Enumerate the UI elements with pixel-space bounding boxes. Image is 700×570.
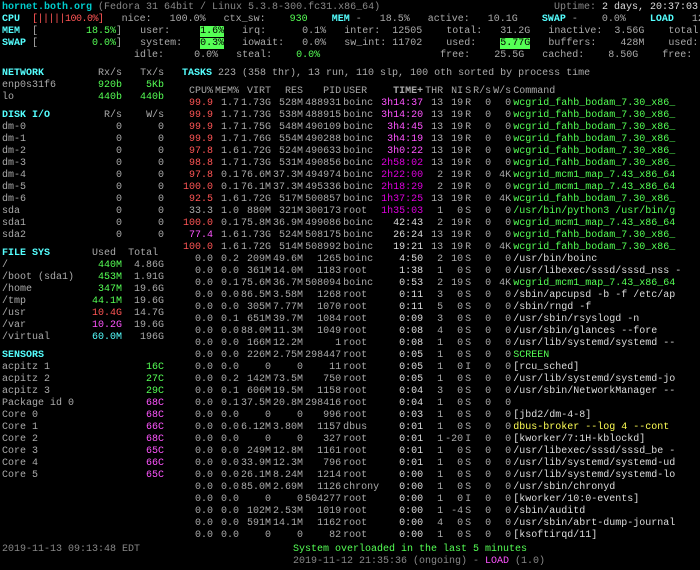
process-row: 0.00.06.12M3.80M1157dbus 0:0110S00dbus-b… [182,422,682,434]
process-row: 0.00.1651M39.7M1084root 0:0930S00/usr/sb… [182,314,682,326]
filesys-label: FILE SYS [2,248,50,259]
process-row: 0.00.2142M73.5M750root 0:0510S00/usr/lib… [182,374,682,386]
sensor-row: Core 0 68C [2,410,174,422]
process-row: 99.91.71.76G554M490288boinc 3h4:191319R0… [182,134,682,146]
swap-label: SWAP [542,14,566,25]
process-header: CPU% MEM% VIRT RES PID USER TIME+ THR NI… [182,86,682,98]
network-row: lo 440b 440b [2,92,174,104]
process-row: 0.00.033.9M12.3M796root 0:0110S00/usr/li… [182,458,682,470]
stats-row-2: MEM [ 18.5%] user: 1.6% irq: 0.1% inter:… [2,26,698,38]
process-row: 0.00.0249M12.8M1161root 0:0110S00/usr/li… [182,446,682,458]
diskio-row: dm-3 0 0 [2,158,174,170]
process-row: 0.00.086.5M3.58M1268root 0:1130S00/sbin/… [182,290,682,302]
process-row: 0.00.175.6M36.7M508094boinc 0:53219S04Kw… [182,278,682,290]
process-row: 0.00.0361M14.0M1183root 1:3810S00/usr/li… [182,266,682,278]
diskio-label: DISK I/O [2,110,50,121]
process-row: 0.00.2209M49.6M1265boinc 4:50210S00/usr/… [182,254,682,266]
process-row: 99.91.71.73G538M488915boinc 3h14:201319R… [182,110,682,122]
diskio-row: dm-5 0 0 [2,182,174,194]
footer: 2019-11-13 09:13:48 EDT System overloade… [2,544,698,568]
process-row: 0.00.085.0M2.69M1126chrony 0:0010S00/usr… [182,482,682,494]
diskio-row: dm-2 0 0 [2,146,174,158]
process-row: 99.91.71.75G548M490109boinc 3h4:451319R0… [182,122,682,134]
process-row: 0.00.0305M7.77M1070root 0:1150S00/sbin/r… [182,302,682,314]
cpu-bar: [|||||100.0%] [32,14,104,25]
load-label: LOAD [650,14,674,25]
process-row: 77.41.61.73G524M508175boinc 26:241319R00… [182,230,682,242]
process-row: 97.80.176.6M37.3M494974boinc 2h22:00219R… [182,170,682,182]
process-row: 0.00.0591M14.1M1162root 0:0040S00/usr/sb… [182,518,682,530]
process-row: 100.01.61.72G514M508992boinc 19:211319R0… [182,242,682,254]
network-row: enp0s31f6 920b 5Kb [2,80,174,92]
process-row: 0.00.000327root 0:011-20I00[kworker/7:1H… [182,434,682,446]
diskio-row: dm-1 0 0 [2,134,174,146]
filesys-row: / 440M 4.86G [2,260,174,272]
sensor-row: Core 1 66C [2,422,174,434]
network-label: NETWORK [2,68,44,79]
process-row: 0.00.088.0M11.3M1049root 0:0840S00/usr/s… [182,326,682,338]
process-row: 0.00.00011root 0:0510I00[rcu_sched] [182,362,682,374]
tasks-summary: TASKS 223 (358 thr), 13 run, 110 slp, 10… [182,68,698,80]
diskio-row: sda2 0 0 [2,230,174,242]
sensor-row: Core 2 68C [2,434,174,446]
diskio-row: sda1 0 0 [2,218,174,230]
diskio-row: dm-4 0 0 [2,170,174,182]
diskio-row: dm-0 0 0 [2,122,174,134]
diskio-row: sda 0 0 [2,206,174,218]
os-version: (Fedora 31 64bit / Linux 5.3.8-300.fc31.… [98,2,380,13]
diskio-row: dm-6 0 0 [2,194,174,206]
process-row: 0.00.1606M19.5M1158root 0:0430S00/usr/sb… [182,386,682,398]
stats-row-3: SWAP [ 0.0%] system: 0.3% iowait: 0.0% s… [2,38,698,50]
footer-msg: System overloaded in the last 5 minutes [293,544,527,555]
process-table: CPU% MEM% VIRT RES PID USER TIME+ THR NI… [182,86,682,542]
process-row: 98.81.71.73G531M490856boinc 2h58:021319R… [182,158,682,170]
process-row: 0.00.00082root 0:0010S00[ksoftirqd/11] [182,530,682,542]
sensor-row: Core 3 65C [2,446,174,458]
process-row: 0.00.000504277root 0:0010I00[kworker/10:… [182,494,682,506]
process-row: 97.81.61.72G524M490633boinc 3h0:221319R0… [182,146,682,158]
process-row: 100.00.175.8M36.9M499086boinc 42:43219R0… [182,218,682,230]
process-row: 0.00.0102M2.53M1019root 0:001-4S00/sbin/… [182,506,682,518]
uptime-label: Uptime: [554,2,596,13]
sensor-row: acpitz 1 16C [2,362,174,374]
cpu-label: CPU [2,14,20,25]
stats-row-1: CPU [|||||100.0%] nice: 100.0% ctx_sw: 9… [2,14,698,26]
process-row: 33.31.0880M321M300173root 1h35:0310S00/u… [182,206,682,218]
process-row: 100.00.176.1M37.3M495336boinc 2h18:29219… [182,182,682,194]
hostname: hornet.both.org [2,2,92,13]
filesys-row: /tmp 44.1M 19.6G [2,296,174,308]
process-row: 0.00.137.5M20.8M298416root 0:0410S00 [182,398,682,410]
process-row: 99.91.71.73G528M488931boinc 3h14:371319R… [182,98,682,110]
sensors-label: SENSORS [2,350,44,361]
sensor-row: Package id 0 68C [2,398,174,410]
stats-row-4: idle: 0.0% steal: 0.0% free: 25.5G cache… [2,50,698,62]
process-row: 0.00.0226M2.75M298447root 0:0510S00SCREE… [182,350,682,362]
filesys-row: /home 347M 19.6G [2,284,174,296]
process-row: 0.00.000996root 0:0310S00[jbd2/dm-4-8] [182,410,682,422]
process-row: 0.00.026.1M8.24M1214root 0:0010S00/usr/l… [182,470,682,482]
sensor-row: Core 5 65C [2,470,174,482]
filesys-row: /usr 10.4G 14.7G [2,308,174,320]
filesys-row: /boot (sda1) 453M 1.91G [2,272,174,284]
filesys-row: /virtual 60.0M 196G [2,332,174,344]
sensor-row: acpitz 3 29C [2,386,174,398]
filesys-row: /var 10.2G 19.6G [2,320,174,332]
uptime-value: 2 days, 20:37:03 [602,2,698,13]
sensor-row: Core 4 66C [2,458,174,470]
sensor-row: acpitz 2 27C [2,374,174,386]
mem-label: MEM [332,14,350,25]
process-row: 92.51.61.72G517M500857boinc 1h37:251319R… [182,194,682,206]
footer-ts-left: 2019-11-13 09:13:48 EDT [2,544,140,568]
process-row: 0.00.0166M12.2M1root 0:0810S00/usr/lib/s… [182,338,682,350]
topbar: hornet.both.org (Fedora 31 64bit / Linux… [2,2,698,14]
